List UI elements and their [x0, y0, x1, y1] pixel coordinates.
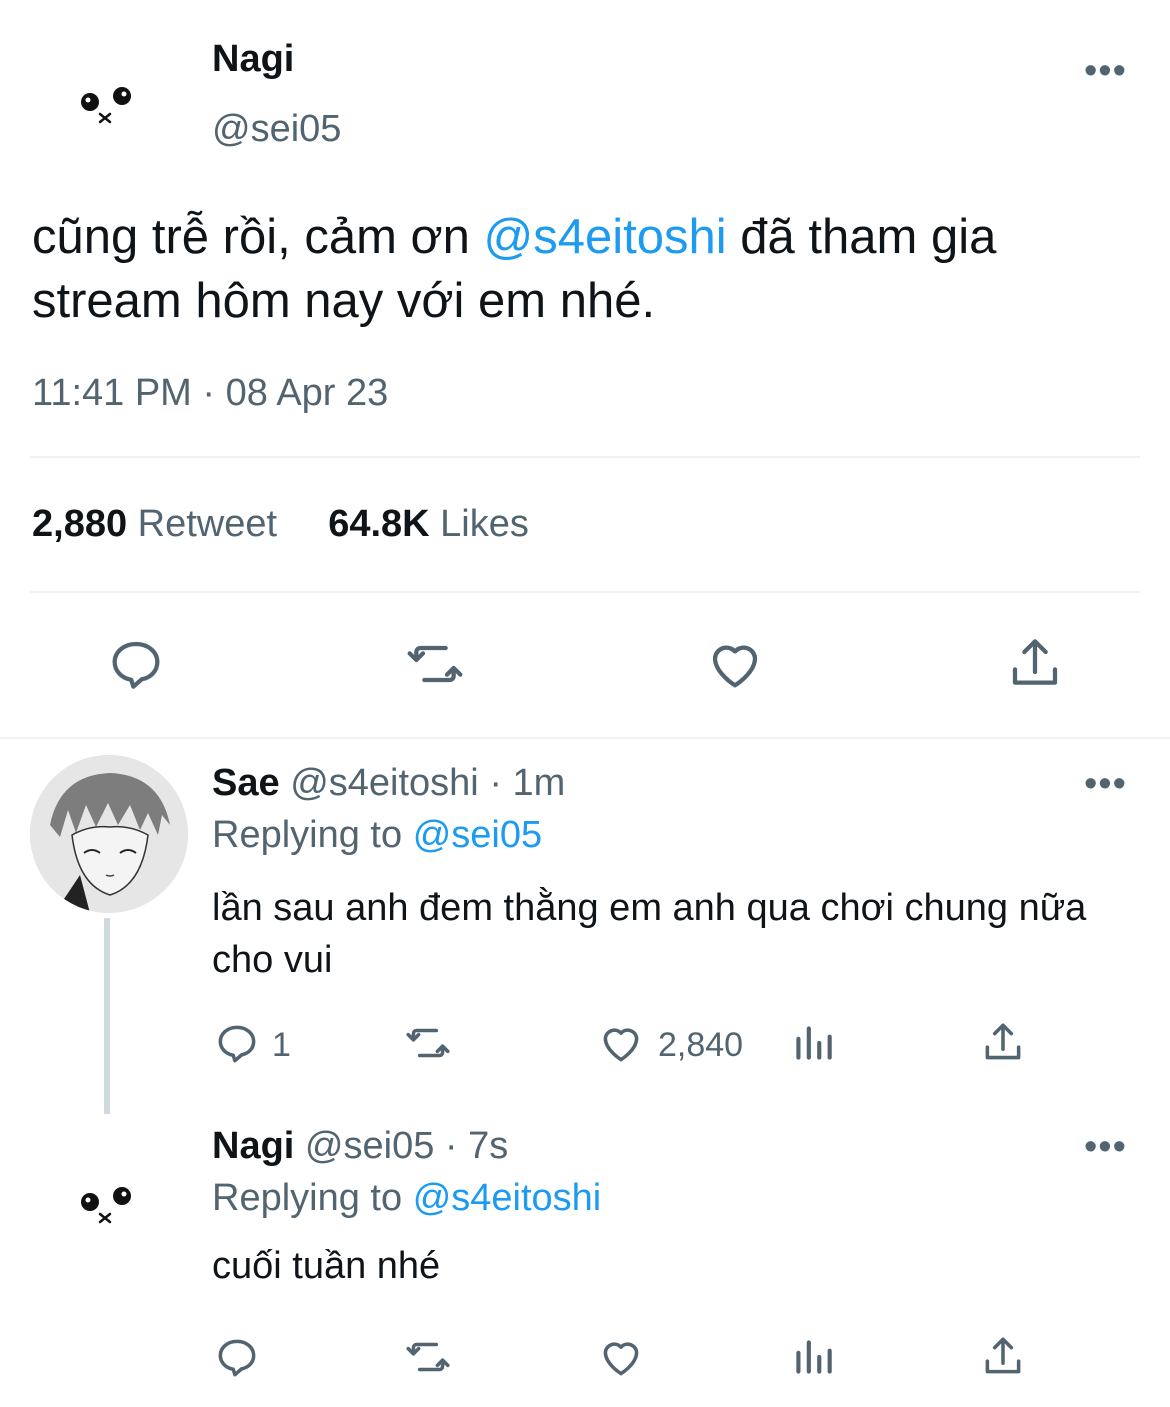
mention-link[interactable]: @s4eitoshi [484, 210, 727, 264]
author-name[interactable]: Nagi [212, 1125, 294, 1167]
reply-icon [218, 1339, 256, 1377]
reply-button[interactable] [212, 1018, 262, 1073]
likes-label[interactable]: Likes [440, 503, 529, 545]
more-icon[interactable]: ••• [1084, 765, 1127, 803]
divider [30, 591, 1140, 593]
retweet-button[interactable] [403, 1018, 453, 1073]
share-button[interactable] [978, 1332, 1028, 1387]
retweet-button[interactable] [403, 632, 467, 696]
reply-icon [112, 641, 160, 689]
nagi-avatar-icon [81, 87, 131, 124]
share-icon [1012, 639, 1058, 685]
retweet-count[interactable]: 2,880 [32, 503, 127, 545]
reply-header: Sae @s4eitoshi · 1m [212, 762, 565, 805]
tweet-text-part: cũng trễ rồi, cảm ơn [32, 210, 484, 264]
retweet-icon [407, 645, 463, 683]
sae-avatar-icon [30, 755, 188, 913]
reply-icon [218, 1025, 256, 1063]
mention-link[interactable]: @s4eitoshi [413, 1177, 602, 1219]
retweet-icon [406, 1028, 450, 1058]
thread-line [104, 918, 110, 1114]
like-icon [603, 1342, 639, 1376]
reply-count: 1 [272, 1026, 291, 1064]
replying-to: Replying to @s4eitoshi [212, 1177, 601, 1220]
reply-button[interactable] [104, 632, 168, 696]
reply-header: Nagi @sei05 · 7s [212, 1125, 508, 1168]
nagi-avatar-icon [81, 1187, 131, 1224]
share-icon [985, 1023, 1021, 1060]
author-name[interactable]: Sae [212, 762, 280, 804]
more-icon[interactable]: ••• [1084, 1128, 1127, 1166]
analytics-button[interactable] [788, 1018, 838, 1073]
reply-time[interactable]: · 1m [489, 762, 565, 804]
replying-label: Replying to [212, 814, 403, 856]
tweet-timestamp[interactable]: 11:41 PM · 08 Apr 23 [32, 372, 388, 415]
share-button[interactable] [1003, 632, 1067, 696]
tweet-text: cũng trễ rồi, cảm ơn @s4eitoshi đã tham … [32, 205, 1157, 333]
author-handle[interactable]: @s4eitoshi [290, 762, 479, 804]
like-button[interactable] [596, 1018, 646, 1073]
more-icon[interactable]: ••• [1084, 52, 1127, 90]
replying-to: Replying to @sei05 [212, 814, 542, 857]
reply-button[interactable] [212, 1332, 262, 1387]
analytics-button[interactable] [788, 1332, 838, 1387]
replying-label: Replying to [212, 1177, 403, 1219]
retweet-label[interactable]: Retweet [138, 503, 277, 545]
analytics-icon [796, 1340, 832, 1374]
mention-link[interactable]: @sei05 [413, 814, 542, 856]
share-icon [985, 1337, 1021, 1374]
reply-text: lần sau anh đem thằng em anh qua chơi ch… [212, 887, 1087, 981]
likes-count[interactable]: 64.8K [328, 503, 429, 545]
reply-time[interactable]: · 7s [445, 1125, 508, 1167]
author-handle[interactable]: @sei05 [212, 108, 341, 151]
engagement-stats: 2,880 Retweet 64.8K Likes [32, 503, 529, 546]
divider [0, 737, 1170, 739]
retweet-icon [406, 1342, 450, 1372]
like-icon [603, 1028, 639, 1062]
like-button[interactable] [703, 632, 767, 696]
divider [30, 456, 1140, 458]
avatar[interactable] [72, 1172, 142, 1242]
like-icon [712, 645, 758, 688]
share-button[interactable] [978, 1018, 1028, 1073]
analytics-icon [796, 1026, 832, 1060]
like-count: 2,840 [658, 1026, 744, 1064]
author-handle[interactable]: @sei05 [305, 1125, 434, 1167]
avatar[interactable] [72, 72, 142, 142]
author-name[interactable]: Nagi [212, 38, 294, 81]
retweet-button[interactable] [403, 1332, 453, 1387]
like-button[interactable] [596, 1332, 646, 1387]
avatar[interactable] [30, 755, 188, 913]
reply-text: cuối tuần nhé [212, 1245, 441, 1287]
